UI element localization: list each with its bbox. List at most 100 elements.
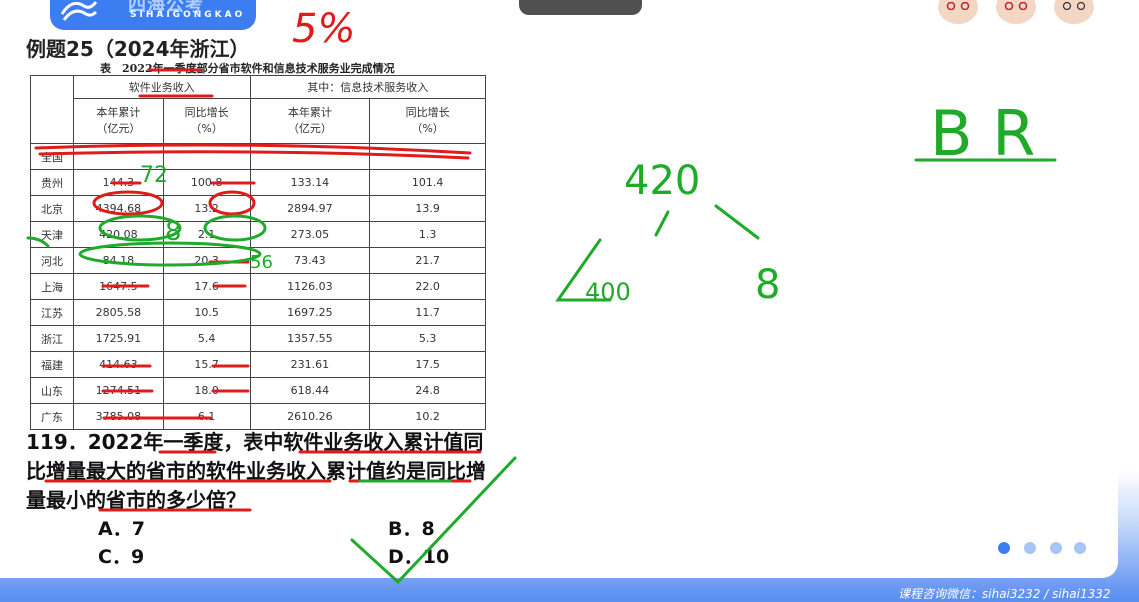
cell-region: 山东 bbox=[30, 377, 74, 404]
data-table: 软件业务收入 其中：信息技术服务收入 本年累计 （亿元） 同比增长 （%） 本年… bbox=[30, 75, 487, 430]
cell-v1: 144.3 bbox=[73, 169, 164, 196]
cell-region: 江苏 bbox=[30, 299, 74, 326]
cell-v4: 22.0 bbox=[369, 273, 486, 300]
logo-subtext: SIHAIGONGKAO bbox=[130, 10, 246, 20]
cell-v1: 4394.68 bbox=[73, 195, 164, 222]
option-a[interactable]: A．7 bbox=[98, 514, 145, 541]
slide: 四海公考 SIHAIGONGKAO 例题25（2024年浙江） 表 2022年一… bbox=[0, 0, 1118, 578]
cell-v4: 101.4 bbox=[369, 169, 486, 196]
cell-v3: 73.43 bbox=[249, 247, 371, 274]
cell-region: 天津 bbox=[30, 221, 74, 248]
avatar bbox=[996, 0, 1036, 24]
table-row: 北京 4394.68 13.2 2894.97 13.9 bbox=[30, 195, 486, 222]
cell-v4: 10.2 bbox=[369, 403, 486, 430]
table-row: 山东 1274.51 18.0 618.44 24.8 bbox=[30, 377, 486, 404]
cell-v4: 17.5 bbox=[369, 351, 486, 378]
cell-v2: 15.7 bbox=[162, 351, 251, 378]
cell-v1 bbox=[73, 143, 164, 170]
table-body: 全国 贵州 144.3 100.8 133.14 101.4 北京 4394.68 13.2 28… bbox=[30, 143, 486, 430]
option-b[interactable]: B．8 bbox=[388, 514, 435, 541]
brand-logo: 四海公考 SIHAIGONGKAO bbox=[50, 0, 256, 30]
cell-v1: 3785.08 bbox=[73, 403, 164, 430]
cell-v2: 2.1 bbox=[162, 221, 251, 248]
cell-v3: 1126.03 bbox=[249, 273, 371, 300]
table-caption: 表 2022年一季度部分省市软件和信息技术服务业完成情况 bbox=[100, 62, 395, 75]
table-row: 贵州 144.3 100.8 133.14 101.4 bbox=[30, 169, 486, 196]
wechat-contact: 课程咨询微信：sihai3232 / sihai1332 bbox=[898, 587, 1111, 601]
col-header-it-total: 本年累计 （亿元） bbox=[249, 98, 371, 144]
cell-region: 全国 bbox=[30, 143, 74, 170]
cell-v3: 2610.26 bbox=[249, 403, 371, 430]
option-d[interactable]: D．10 bbox=[388, 542, 449, 569]
table-row: 浙江 1725.91 5.4 1357.55 5.3 bbox=[30, 325, 486, 352]
cell-region: 贵州 bbox=[30, 169, 74, 196]
cell-v2: 18.0 bbox=[162, 377, 251, 404]
cell-v3: 273.05 bbox=[249, 221, 371, 248]
cell-region: 河北 bbox=[30, 247, 74, 274]
cell-v4: 24.8 bbox=[369, 377, 486, 404]
example-heading: 例题25（2024年浙江） bbox=[26, 37, 250, 61]
col-header-software-growth: 同比增长 （%） bbox=[162, 98, 251, 144]
cell-v3: 1357.55 bbox=[249, 325, 371, 352]
glasses-icon bbox=[946, 2, 970, 10]
cell-v4: 21.7 bbox=[369, 247, 486, 274]
group-header-software: 软件业务收入 bbox=[73, 75, 251, 99]
cell-region: 福建 bbox=[30, 351, 74, 378]
cell-v3: 1697.25 bbox=[249, 299, 371, 326]
cell-v2: 20.3 bbox=[162, 247, 251, 274]
option-c[interactable]: C．9 bbox=[98, 542, 144, 569]
cell-v4: 1.3 bbox=[369, 221, 486, 248]
cell-v2: 10.5 bbox=[162, 299, 251, 326]
pager-dot-1[interactable] bbox=[998, 542, 1010, 554]
table-row: 上海 1647.5 17.6 1126.03 22.0 bbox=[30, 273, 486, 300]
table-row: 广东 3785.08 6.1 2610.26 10.2 bbox=[30, 403, 486, 430]
table-row: 全国 bbox=[30, 143, 486, 170]
table-row: 江苏 2805.58 10.5 1697.25 11.7 bbox=[30, 299, 486, 326]
camera-notch bbox=[519, 0, 642, 15]
cell-v3 bbox=[249, 143, 371, 170]
col-header-it-growth: 同比增长 （%） bbox=[369, 98, 486, 144]
cell-v2: 17.6 bbox=[162, 273, 251, 300]
region-header-cell bbox=[30, 75, 74, 144]
cell-v4 bbox=[369, 143, 486, 170]
cell-v3: 133.14 bbox=[249, 169, 371, 196]
cell-v1: 84.18 bbox=[73, 247, 164, 274]
cell-v1: 2805.58 bbox=[73, 299, 164, 326]
table-row: 福建 414.63 15.7 231.61 17.5 bbox=[30, 351, 486, 378]
avatar bbox=[938, 0, 978, 24]
cell-v2: 100.8 bbox=[162, 169, 251, 196]
table-row: 天津 420.08 2.1 273.05 1.3 bbox=[30, 221, 486, 248]
group-header-it-service: 其中：信息技术服务收入 bbox=[249, 75, 487, 99]
cell-region: 北京 bbox=[30, 195, 74, 222]
pager-dot-3[interactable] bbox=[1050, 542, 1062, 554]
slide-pager bbox=[998, 542, 1098, 554]
presenter-avatars bbox=[938, 0, 1098, 26]
table-column-header-row: 本年累计 （亿元） 同比增长 （%） 本年累计 （亿元） 同比增长 （%） bbox=[31, 98, 486, 144]
cell-region: 上海 bbox=[30, 273, 74, 300]
cell-v2: 13.2 bbox=[162, 195, 251, 222]
glasses-icon bbox=[1004, 2, 1028, 10]
cell-region: 浙江 bbox=[30, 325, 74, 352]
cell-region: 广东 bbox=[30, 403, 74, 430]
cell-v2 bbox=[162, 143, 251, 170]
question-text: 119．2022年一季度，表中软件业务收入累计值同比增量最大的省市的软件业务收入… bbox=[26, 430, 486, 512]
cell-v3: 2894.97 bbox=[249, 195, 371, 222]
cell-v2: 6.1 bbox=[162, 403, 251, 430]
table-group-header-row: 软件业务收入 其中：信息技术服务收入 bbox=[30, 75, 487, 144]
cell-v3: 618.44 bbox=[249, 377, 371, 404]
cell-v3: 231.61 bbox=[249, 351, 371, 378]
pager-dot-4[interactable] bbox=[1074, 542, 1086, 554]
cell-v4: 11.7 bbox=[369, 299, 486, 326]
pager-dot-2[interactable] bbox=[1024, 542, 1036, 554]
cell-v2: 5.4 bbox=[162, 325, 251, 352]
logo-icon bbox=[60, 1, 98, 21]
col-header-software-total: 本年累计 （亿元） bbox=[73, 98, 164, 144]
cell-v1: 1725.91 bbox=[73, 325, 164, 352]
avatar bbox=[1054, 0, 1094, 24]
cell-v1: 414.63 bbox=[73, 351, 164, 378]
cell-v4: 5.3 bbox=[369, 325, 486, 352]
cell-v1: 1647.5 bbox=[73, 273, 164, 300]
cell-v1: 1274.51 bbox=[73, 377, 164, 404]
table-row: 河北 84.18 20.3 73.43 21.7 bbox=[30, 247, 486, 274]
glasses-icon bbox=[1062, 2, 1086, 10]
